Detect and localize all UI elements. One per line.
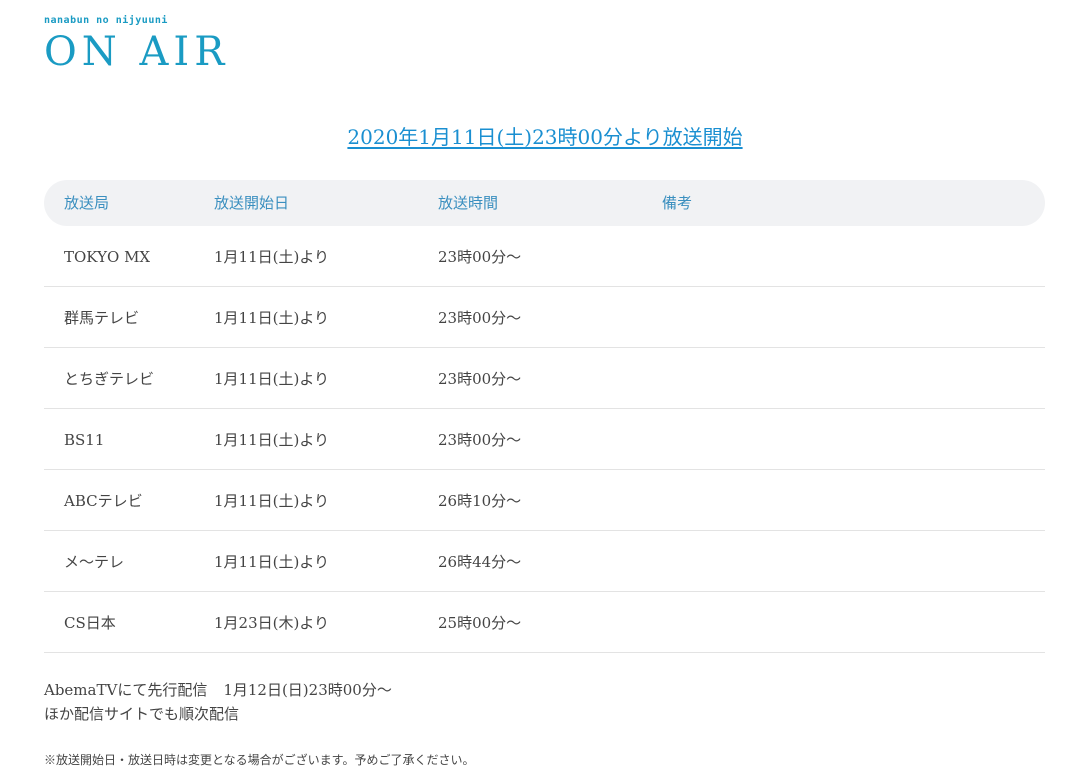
table-row: TOKYO MX 1月11日(土)より 23時00分〜 bbox=[44, 226, 1045, 287]
start-date-cell: 1月11日(土)より bbox=[214, 492, 330, 510]
time-cell: 23時00分〜 bbox=[438, 248, 522, 266]
streaming-note-time: 1月12日(日)23時00分〜 bbox=[223, 681, 392, 699]
start-date-cell: 1月11日(土)より bbox=[214, 431, 330, 449]
broadcast-start-section: 2020年1月11日(土)23時00分より放送開始 bbox=[0, 120, 1090, 154]
table-row: BS11 1月11日(土)より 23時00分〜 bbox=[44, 409, 1045, 470]
column-header-start-date: 放送開始日 bbox=[214, 194, 290, 212]
streaming-note-abema: AbemaTVにて先行配信 1月12日(日)23時00分〜 bbox=[44, 678, 392, 702]
streaming-note-others: ほか配信サイトでも順次配信 bbox=[44, 705, 240, 723]
start-date-cell: 1月23日(木)より bbox=[214, 614, 330, 632]
page-header: nanabun no nijyuuni ON AIR bbox=[44, 14, 229, 76]
station-cell: TOKYO MX bbox=[64, 248, 151, 266]
time-cell: 26時10分〜 bbox=[438, 492, 522, 510]
disclaimer-text: ※放送開始日・放送日時は変更となる場合がございます。予めご了承ください。 bbox=[44, 753, 475, 767]
time-cell: 23時00分〜 bbox=[438, 309, 522, 327]
station-cell: CS日本 bbox=[64, 614, 116, 632]
time-cell: 25時00分〜 bbox=[438, 614, 522, 632]
broadcast-start-link[interactable]: 2020年1月11日(土)23時00分より放送開始 bbox=[347, 125, 742, 149]
column-header-station: 放送局 bbox=[64, 194, 110, 212]
column-header-time: 放送時間 bbox=[438, 194, 499, 212]
station-cell: BS11 bbox=[64, 431, 105, 449]
table-row: CS日本 1月23日(木)より 25時00分〜 bbox=[44, 592, 1045, 653]
column-header-notes: 備考 bbox=[662, 194, 693, 212]
time-cell: 23時00分〜 bbox=[438, 431, 522, 449]
station-cell: メ〜テレ bbox=[64, 553, 125, 571]
start-date-cell: 1月11日(土)より bbox=[214, 248, 330, 266]
table-row: 群馬テレビ 1月11日(土)より 23時00分〜 bbox=[44, 287, 1045, 348]
start-date-cell: 1月11日(土)より bbox=[214, 370, 330, 388]
streaming-notes: AbemaTVにて先行配信 1月12日(日)23時00分〜 ほか配信サイトでも順次… bbox=[44, 678, 392, 726]
table-header: 放送局 放送開始日 放送時間 備考 bbox=[44, 180, 1045, 226]
time-cell: 26時44分〜 bbox=[438, 553, 522, 571]
time-cell: 23時00分〜 bbox=[438, 370, 522, 388]
station-cell: とちぎテレビ bbox=[64, 370, 155, 388]
broadcast-table: 放送局 放送開始日 放送時間 備考 TOKYO MX 1月11日(土)より 23… bbox=[44, 180, 1045, 653]
page-title: ON AIR bbox=[44, 29, 230, 75]
table-row: メ〜テレ 1月11日(土)より 26時44分〜 bbox=[44, 531, 1045, 592]
streaming-note-label: AbemaTVにて先行配信 bbox=[44, 681, 208, 699]
table-row: ABCテレビ 1月11日(土)より 26時10分〜 bbox=[44, 470, 1045, 531]
station-cell: 群馬テレビ bbox=[64, 309, 140, 327]
page-subtitle: nanabun no nijyuuni bbox=[44, 15, 168, 26]
station-cell: ABCテレビ bbox=[64, 492, 143, 510]
start-date-cell: 1月11日(土)より bbox=[214, 309, 330, 327]
start-date-cell: 1月11日(土)より bbox=[214, 553, 330, 571]
table-row: とちぎテレビ 1月11日(土)より 23時00分〜 bbox=[44, 348, 1045, 409]
